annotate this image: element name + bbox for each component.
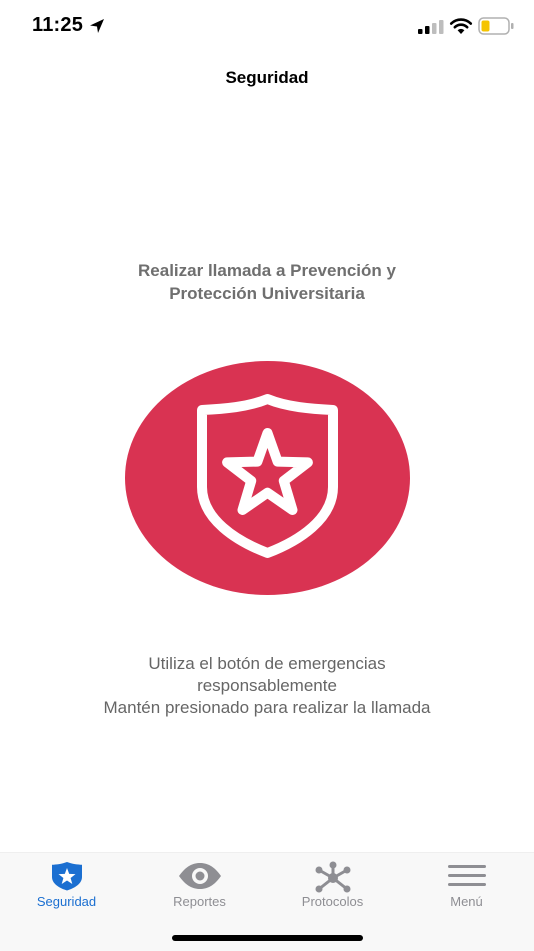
status-bar: 11:25 xyxy=(0,0,534,54)
tab-reportes[interactable]: Reportes xyxy=(133,853,266,917)
tab-bar: Seguridad Reportes Protocolos Menú xyxy=(0,852,534,951)
eye-icon xyxy=(178,863,221,889)
location-arrow-icon xyxy=(90,19,104,33)
tab-seguridad[interactable]: Seguridad xyxy=(0,853,133,917)
call-heading: Realizar llamada a Prevención y Protecci… xyxy=(60,259,474,305)
tab-label-reportes: Reportes xyxy=(173,894,226,909)
tab-label-menu: Menú xyxy=(450,894,483,909)
tab-label-seguridad: Seguridad xyxy=(36,894,97,909)
home-indicator[interactable] xyxy=(172,935,363,941)
wifi-icon xyxy=(449,18,473,34)
tab-menu[interactable]: Menú xyxy=(400,853,533,917)
call-heading-line-2: Protección Universitaria xyxy=(169,284,365,303)
hamburger-menu-icon xyxy=(447,865,486,886)
call-heading-line-1: Realizar llamada a Prevención y xyxy=(138,261,396,280)
instruction-line-3: Mantén presionado para realizar la llama… xyxy=(103,698,431,717)
page-title: Seguridad xyxy=(225,68,309,87)
shield-star-icon xyxy=(197,394,338,558)
shield-star-icon xyxy=(51,862,82,891)
status-time: 11:25 xyxy=(32,14,84,36)
cellular-signal-icon xyxy=(418,20,444,34)
instruction-line-2: responsablemente xyxy=(197,676,337,695)
tab-label-protocolos: Protocolos xyxy=(301,894,364,909)
emergency-call-button[interactable] xyxy=(125,361,410,595)
instruction-line-1: Utiliza el botón de emergencias xyxy=(148,654,386,673)
network-nodes-icon xyxy=(315,861,350,893)
battery-low-icon xyxy=(478,17,514,35)
tab-protocolos[interactable]: Protocolos xyxy=(266,853,399,917)
instructions-text: Utiliza el botón de emergencias responsa… xyxy=(30,653,504,719)
